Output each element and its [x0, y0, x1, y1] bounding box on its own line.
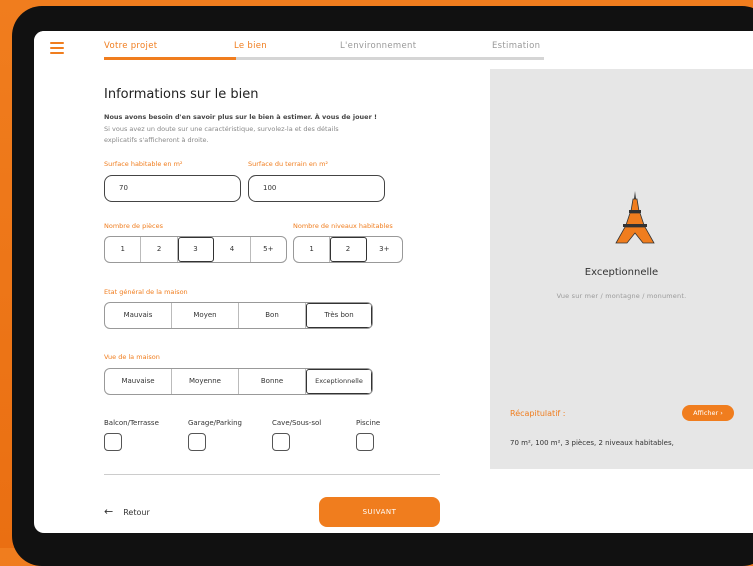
- surface-habitable-label: Surface habitable en m²: [104, 160, 183, 168]
- recap-show-button[interactable]: Afficher ›: [682, 405, 734, 421]
- next-button[interactable]: SUIVANT: [319, 497, 440, 527]
- vue-option-moyenne[interactable]: Moyenne: [172, 369, 239, 394]
- arrow-left-icon: ←: [104, 505, 114, 518]
- progress-bar: [104, 57, 544, 60]
- piscine-label: Piscine: [356, 419, 381, 427]
- garage-checkbox[interactable]: [188, 433, 206, 451]
- detail-title: Exceptionnelle: [584, 267, 659, 278]
- vue-selector: Mauvaise Moyenne Bonne Exceptionnelle: [104, 368, 373, 395]
- step-votre-projet[interactable]: Votre projet: [104, 41, 157, 51]
- cave-label: Cave/Sous-sol: [272, 419, 322, 427]
- hamburger-menu-icon[interactable]: [50, 42, 64, 54]
- page-title: Informations sur le bien: [104, 87, 259, 102]
- step-environnement[interactable]: L'environnement: [340, 41, 416, 51]
- intro-text-line-2: Si vous avez un doute sur une caractéris…: [104, 125, 339, 133]
- etat-label: Etat général de la maison: [104, 288, 188, 296]
- vue-label: Vue de la maison: [104, 353, 160, 361]
- form-divider: [104, 474, 440, 475]
- surface-terrain-input[interactable]: 100: [248, 175, 385, 202]
- vue-option-mauvaise[interactable]: Mauvaise: [105, 369, 172, 394]
- info-panel: Exceptionnelle Vue sur mer / montagne / …: [490, 69, 753, 469]
- vue-option-bonne[interactable]: Bonne: [239, 369, 306, 394]
- back-button[interactable]: ← Retour: [104, 505, 150, 518]
- pieces-option-5plus[interactable]: 5+: [251, 237, 286, 262]
- back-label: Retour: [123, 508, 150, 517]
- pieces-option-3[interactable]: 3: [178, 237, 215, 262]
- step-estimation[interactable]: Estimation: [492, 41, 540, 51]
- pieces-option-1[interactable]: 1: [105, 237, 142, 262]
- pieces-label: Nombre de pièces: [104, 222, 163, 230]
- piscine-checkbox[interactable]: [356, 433, 374, 451]
- step-le-bien[interactable]: Le bien: [234, 41, 267, 51]
- niveaux-label: Nombre de niveaux habitables: [293, 222, 393, 230]
- cave-checkbox[interactable]: [272, 433, 290, 451]
- balcon-label: Balcon/Terrasse: [104, 419, 159, 427]
- surface-habitable-input[interactable]: 70: [104, 175, 241, 202]
- eiffel-tower-icon: [615, 191, 655, 244]
- recap-summary: 70 m², 100 m², 3 pièces, 2 niveaux habit…: [510, 439, 674, 447]
- pieces-selector: 1 2 3 4 5+: [104, 236, 287, 263]
- pieces-option-2[interactable]: 2: [141, 237, 178, 262]
- intro-bold-text: Nous avons besoin d'en savoir plus sur l…: [104, 113, 378, 121]
- niveaux-option-1[interactable]: 1: [294, 237, 331, 262]
- niveaux-selector: 1 2 3+: [293, 236, 403, 263]
- etat-option-moyen[interactable]: Moyen: [172, 303, 239, 328]
- detail-description: Vue sur mer / montagne / monument.: [556, 292, 687, 300]
- niveaux-option-2[interactable]: 2: [330, 237, 367, 262]
- niveaux-option-3plus[interactable]: 3+: [367, 237, 402, 262]
- etat-option-bon[interactable]: Bon: [239, 303, 306, 328]
- etat-selector: Mauvais Moyen Bon Très bon: [104, 302, 373, 329]
- top-bar: Votre projet Le bien L'environnement Est…: [34, 31, 753, 69]
- progress-fill: [104, 57, 236, 60]
- vue-option-exceptionnelle[interactable]: Exceptionnelle: [306, 369, 372, 394]
- recap-label: Récapitulatif :: [510, 409, 566, 418]
- etat-option-mauvais[interactable]: Mauvais: [105, 303, 172, 328]
- etat-option-tres-bon[interactable]: Très bon: [306, 303, 372, 328]
- surface-terrain-label: Surface du terrain en m²: [248, 160, 329, 168]
- garage-label: Garage/Parking: [188, 419, 242, 427]
- intro-text-line-3: explicatifs s'afficheront à droite.: [104, 136, 209, 144]
- app-screen: Votre projet Le bien L'environnement Est…: [34, 31, 753, 533]
- pieces-option-4[interactable]: 4: [214, 237, 251, 262]
- balcon-checkbox[interactable]: [104, 433, 122, 451]
